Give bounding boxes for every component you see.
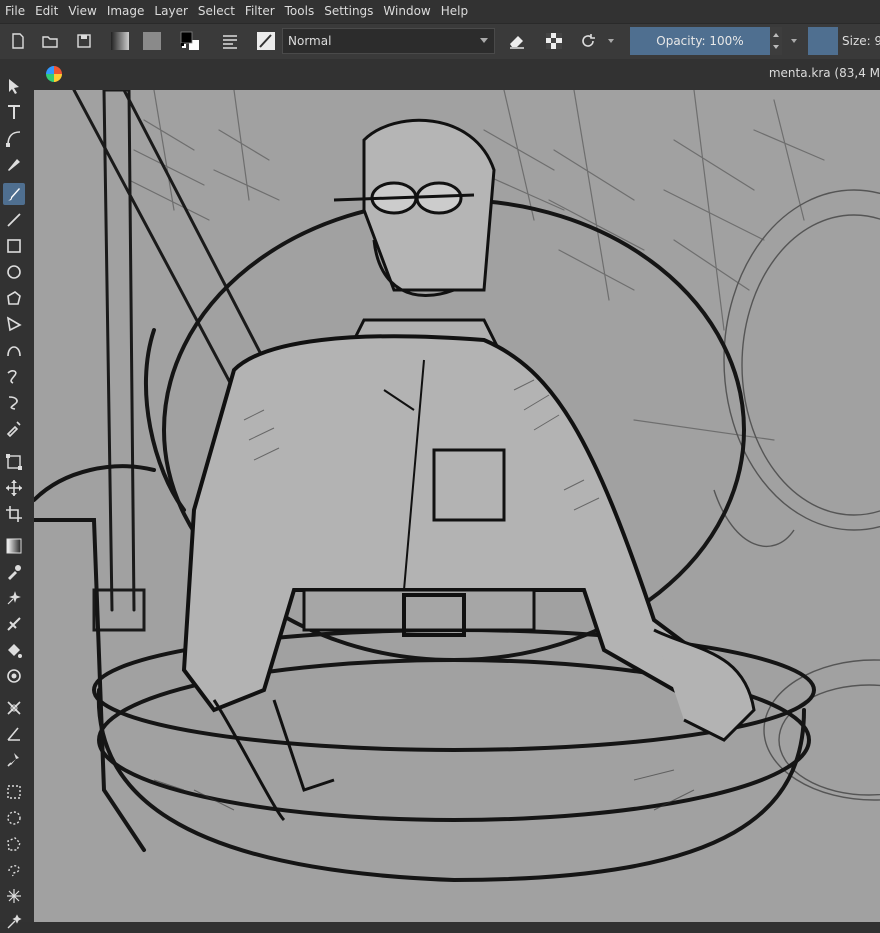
size-label: Size: 9, <box>842 34 880 48</box>
freehand-selection-tool-icon[interactable] <box>3 859 25 881</box>
gradient-tool-icon[interactable] <box>3 535 25 557</box>
color-picker-tool-icon[interactable] <box>3 561 25 583</box>
polyline-tool-icon[interactable] <box>3 313 25 335</box>
menu-image[interactable]: Image <box>102 0 150 23</box>
rectangle-tool-icon[interactable] <box>3 235 25 257</box>
text-tool-icon[interactable] <box>3 101 25 123</box>
move-tool-icon[interactable] <box>3 477 25 499</box>
size-slider[interactable]: Size: 9, <box>842 27 880 55</box>
brush-settings-icon[interactable] <box>216 28 244 54</box>
reference-pin-tool-icon[interactable] <box>3 749 25 771</box>
foreground-background-colors-icon[interactable] <box>176 28 204 54</box>
drawing-canvas[interactable] <box>34 90 880 922</box>
pattern-icon[interactable] <box>138 28 166 54</box>
save-icon[interactable] <box>70 28 98 54</box>
menu-bar: File Edit View Image Layer Select Filter… <box>0 0 880 23</box>
edit-shapes-tool-icon[interactable] <box>3 127 25 149</box>
assistant-tool-icon[interactable] <box>3 613 25 635</box>
ellipse-tool-icon[interactable] <box>3 261 25 283</box>
document-title[interactable]: menta.kra (83,4 M <box>769 66 880 80</box>
freehand-brush-tool-icon[interactable] <box>3 183 25 205</box>
blend-mode-select[interactable]: Normal <box>282 28 495 54</box>
contiguous-selection-tool-icon[interactable] <box>3 885 25 907</box>
chevron-down-icon <box>480 38 488 43</box>
menu-filter[interactable]: Filter <box>240 0 280 23</box>
multibrush-tool-icon[interactable] <box>3 417 25 439</box>
elliptical-selection-tool-icon[interactable] <box>3 807 25 829</box>
rectangular-selection-tool-icon[interactable] <box>3 781 25 803</box>
similar-color-selection-tool-icon[interactable] <box>3 911 25 933</box>
blend-mode-value: Normal <box>288 34 332 48</box>
menu-tools[interactable]: Tools <box>280 0 320 23</box>
size-slider-fill[interactable] <box>808 27 838 55</box>
opacity-slider[interactable]: Opacity: 100% <box>630 27 770 55</box>
brush-presets-icon[interactable] <box>252 28 280 54</box>
menu-view[interactable]: View <box>63 0 101 23</box>
dynamic-brush-tool-icon[interactable] <box>3 391 25 413</box>
smart-patch-tool-icon[interactable] <box>3 587 25 609</box>
menu-layer[interactable]: Layer <box>149 0 192 23</box>
toolbox <box>0 59 34 929</box>
fill-tool-icon[interactable] <box>3 639 25 661</box>
menu-window[interactable]: Window <box>378 0 435 23</box>
canvas-artwork <box>34 90 880 883</box>
krita-logo-icon <box>46 66 62 82</box>
reload-options-chevron-icon[interactable] <box>604 28 618 54</box>
calligraphy-tool-icon[interactable] <box>3 153 25 175</box>
menu-settings[interactable]: Settings <box>319 0 378 23</box>
freehand-path-tool-icon[interactable] <box>3 365 25 387</box>
opacity-label: Opacity: 100% <box>656 34 744 48</box>
reload-preset-icon[interactable] <box>574 28 602 54</box>
gradient-icon[interactable] <box>106 28 134 54</box>
menu-edit[interactable]: Edit <box>30 0 63 23</box>
preserve-alpha-icon[interactable] <box>540 28 568 54</box>
crop-tool-icon[interactable] <box>3 503 25 525</box>
document-tab-bar: menta.kra (83,4 M <box>34 59 880 90</box>
opacity-options-chevron-icon[interactable] <box>786 28 802 54</box>
new-document-icon[interactable] <box>4 28 32 54</box>
tool-options-bar: Normal Opacity: 100% Size: 9, <box>0 23 880 60</box>
menu-select[interactable]: Select <box>193 0 240 23</box>
polygon-tool-icon[interactable] <box>3 287 25 309</box>
measure-tool-icon[interactable] <box>3 697 25 719</box>
transform-tool-icon[interactable] <box>3 451 25 473</box>
pilot-figure <box>181 118 756 822</box>
colorize-mask-tool-icon[interactable] <box>3 665 25 687</box>
polygonal-selection-tool-icon[interactable] <box>3 833 25 855</box>
line-tool-icon[interactable] <box>3 209 25 231</box>
opacity-spinbox-arrows[interactable] <box>770 27 782 55</box>
bezier-curve-tool-icon[interactable] <box>3 339 25 361</box>
eraser-icon[interactable] <box>503 28 531 54</box>
menu-file[interactable]: File <box>0 0 30 23</box>
select-shapes-tool-icon[interactable] <box>3 75 25 97</box>
menu-help[interactable]: Help <box>436 0 473 23</box>
open-folder-icon[interactable] <box>36 28 64 54</box>
angle-tool-icon[interactable] <box>3 723 25 745</box>
